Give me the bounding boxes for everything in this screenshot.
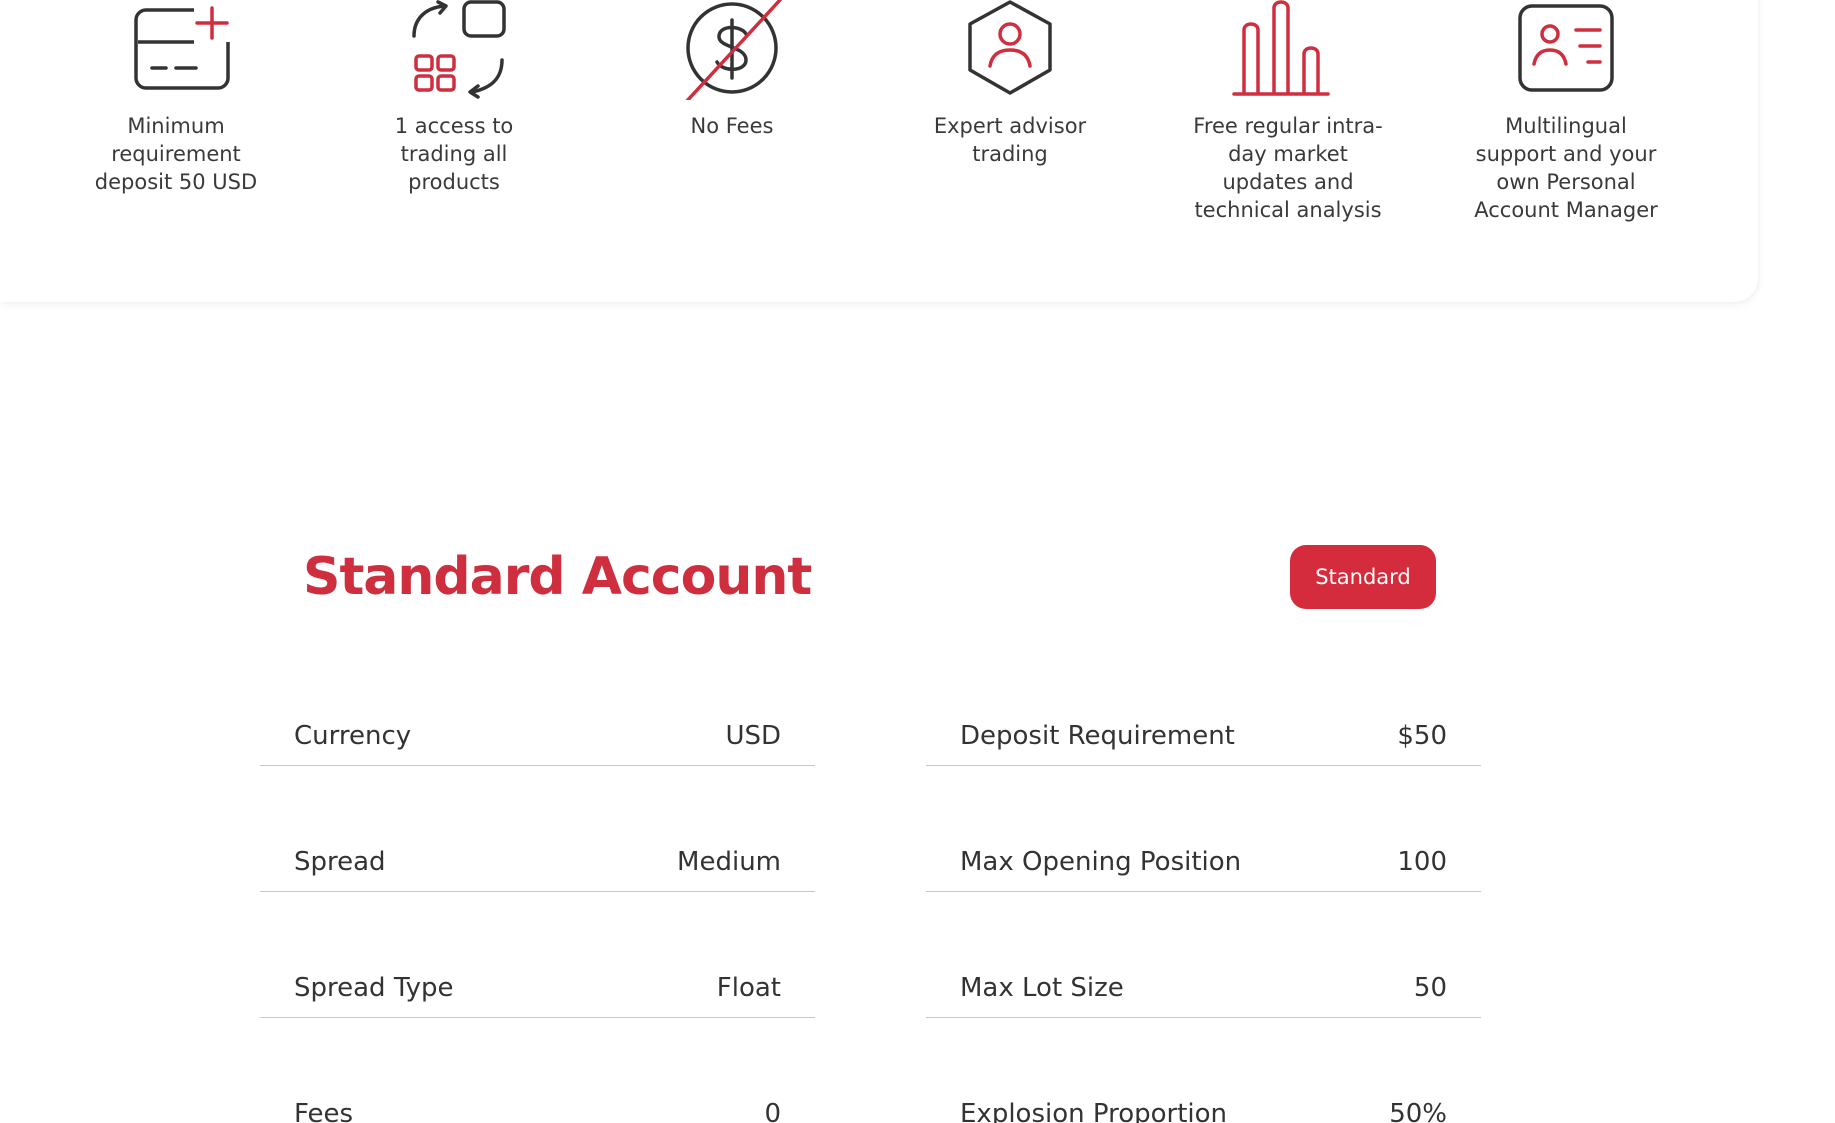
spec-value: 50%: [1389, 1099, 1447, 1123]
spec-label: Deposit Requirement: [960, 721, 1235, 751]
feature-label: No Fees: [690, 114, 774, 138]
spec-value: USD: [725, 721, 781, 751]
exchange-grid-icon: [412, 0, 506, 99]
feature-label: Free regular intra- day market updates a…: [1193, 114, 1383, 222]
spec-label: Explosion Proportion: [960, 1099, 1228, 1123]
user-hexagon-icon: [968, 0, 1052, 95]
feature-label: 1 access to trading all products: [394, 114, 514, 194]
feature-access-all-products: 1 access to trading all products: [334, 0, 574, 196]
feature-no-fees: No Fees: [612, 0, 852, 140]
spec-label: Max Opening Position: [960, 847, 1242, 877]
spec-label: Spread Type: [294, 973, 454, 1003]
spec-row-deposit-requirement: Deposit Requirement $50: [926, 717, 1481, 766]
card-add-icon: [134, 2, 234, 90]
features-card: Minimum requirement deposit 50 USD 1 acc…: [0, 0, 1758, 302]
spec-value: 100: [1397, 847, 1447, 877]
contact-card-icon: [1518, 4, 1614, 92]
spec-value: 50: [1413, 973, 1447, 1003]
spec-label: Fees: [294, 1099, 354, 1123]
no-dollar-icon: [685, 0, 782, 100]
spec-label: Spread: [294, 847, 386, 877]
spec-row-fees: Fees 0: [260, 1095, 815, 1123]
feature-label: Multilingual support and your own Person…: [1474, 114, 1658, 222]
feature-expert-advisor: Expert advisor trading: [890, 0, 1130, 168]
spec-value: Float: [716, 973, 781, 1003]
spec-value: Medium: [677, 847, 781, 877]
feature-minimum-deposit: Minimum requirement deposit 50 USD: [56, 0, 296, 196]
spec-row-max-lot-size: Max Lot Size 50: [926, 969, 1481, 1018]
spec-row-spread-type: Spread Type Float: [260, 969, 815, 1018]
spec-value: $50: [1397, 721, 1447, 751]
page: Minimum requirement deposit 50 USD 1 acc…: [0, 0, 1835, 1123]
spec-row-spread: Spread Medium: [260, 843, 815, 892]
spec-value: 0: [764, 1099, 781, 1123]
account-title: Standard Account: [303, 547, 812, 607]
spec-label: Currency: [294, 721, 412, 751]
spec-row-max-opening-position: Max Opening Position 100: [926, 843, 1481, 892]
spec-row-explosion-proportion: Explosion Proportion 50%: [926, 1095, 1481, 1123]
feature-multilingual-support: Multilingual support and your own Person…: [1446, 0, 1686, 224]
feature-label: Expert advisor trading: [933, 114, 1087, 166]
standard-account-button[interactable]: Standard: [1290, 545, 1436, 609]
feature-market-updates: Free regular intra- day market updates a…: [1168, 0, 1408, 224]
spec-row-currency: Currency USD: [260, 717, 815, 766]
spec-label: Max Lot Size: [960, 973, 1124, 1003]
bar-chart-icon: [1232, 0, 1330, 96]
feature-label: Minimum requirement deposit 50 USD: [94, 114, 258, 194]
